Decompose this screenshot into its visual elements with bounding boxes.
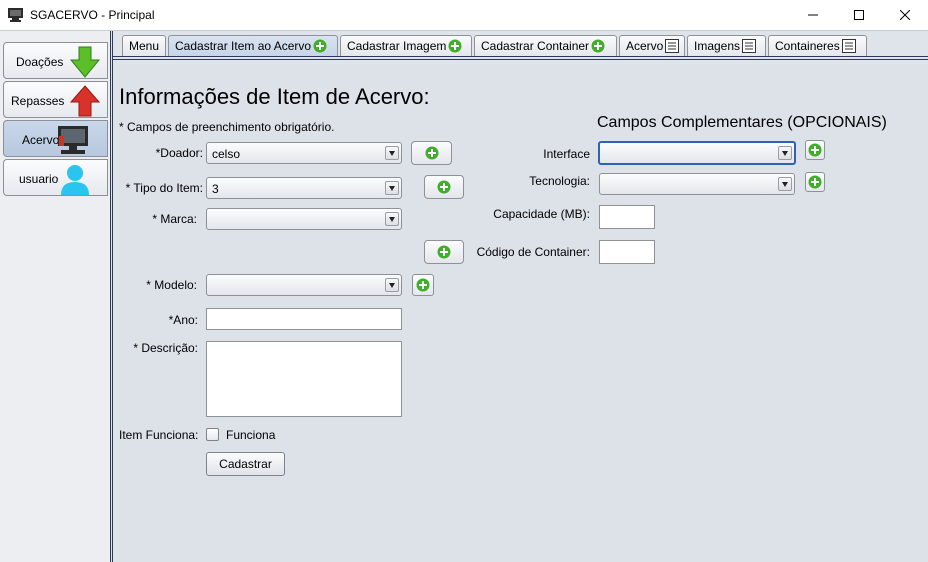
add-icon <box>313 39 327 53</box>
list-icon <box>665 39 680 53</box>
user-icon <box>61 165 89 195</box>
add-icon <box>808 175 822 189</box>
chevron-down-icon <box>778 177 792 191</box>
add-icon <box>437 245 451 259</box>
arrow-up-red-icon <box>69 85 101 117</box>
app-icon <box>8 8 23 22</box>
tab-label: Cadastrar Item ao Acervo <box>175 39 312 53</box>
form-panel: Informações de Item de Acervo: * Campos … <box>113 64 928 562</box>
funciona-label: Item Funciona: <box>119 428 199 442</box>
funciona-checkbox-label[interactable]: Funciona <box>226 428 275 442</box>
descricao-textarea[interactable] <box>206 341 402 417</box>
required-note: * Campos de preenchimento obrigatório. <box>119 120 335 134</box>
add-icon <box>416 278 430 292</box>
sidebar-item-label: Repasses <box>11 94 65 108</box>
modelo-label: * Modelo: <box>146 278 197 292</box>
doador-select[interactable]: celso <box>206 142 402 164</box>
split-divider <box>110 31 111 562</box>
add-icon <box>437 180 451 194</box>
arrow-down-green-icon <box>69 46 101 78</box>
interface-select[interactable] <box>598 141 796 165</box>
add-icon <box>808 143 822 157</box>
tab-imagens[interactable]: Imagens <box>687 35 766 56</box>
computer-icon <box>58 126 88 154</box>
tecnologia-label: Tecnologia: <box>529 174 590 188</box>
tab-label: Menu <box>129 39 160 53</box>
chevron-down-icon <box>778 146 792 160</box>
interface-label: Interface <box>543 147 590 161</box>
tab-label: Containeres <box>775 39 840 53</box>
minimize-button[interactable] <box>790 0 836 30</box>
descricao-label: * Descrição: <box>133 341 198 355</box>
cadastrar-button-label: Cadastrar <box>219 457 272 471</box>
add-tecnologia-button[interactable] <box>805 172 825 192</box>
modelo-select[interactable] <box>206 274 402 296</box>
capacidade-input[interactable] <box>599 205 655 229</box>
tab-acervo[interactable]: Acervo <box>619 35 685 56</box>
sidebar: Doações Repasses Acervo usuario <box>0 31 110 562</box>
tipo-select[interactable]: 3 <box>206 177 402 199</box>
minimize-icon <box>808 14 818 16</box>
marca-label: * Marca: <box>152 212 197 226</box>
capacidade-label: Capacidade (MB): <box>493 207 590 221</box>
add-tipo-button[interactable] <box>424 175 464 199</box>
sidebar-item-usuario[interactable]: usuario <box>3 159 108 196</box>
sidebar-item-acervo[interactable]: Acervo <box>3 120 108 157</box>
title-bar: SGACERVO - Principal <box>0 0 928 30</box>
add-icon <box>591 39 605 53</box>
marca-select[interactable] <box>206 208 402 230</box>
sidebar-item-doacoes[interactable]: Doações <box>3 42 108 79</box>
maximize-icon <box>854 10 864 20</box>
tab-containeres[interactable]: Containeres <box>768 35 867 56</box>
tab-label: Cadastrar Container <box>481 39 590 53</box>
add-modelo-button[interactable] <box>412 274 434 296</box>
chevron-down-icon <box>385 146 399 160</box>
complementary-heading: Campos Complementares (OPCIONAIS) <box>597 114 887 131</box>
add-icon <box>448 39 462 53</box>
tipo-value: 3 <box>212 182 219 196</box>
tab-cadastrar-container[interactable]: Cadastrar Container <box>474 35 617 56</box>
tab-label: Acervo <box>626 39 664 53</box>
sidebar-item-label: Acervo <box>22 133 60 147</box>
sidebar-item-label: Doações <box>16 55 64 69</box>
tecnologia-select[interactable] <box>599 173 795 195</box>
funciona-checkbox[interactable] <box>206 428 219 441</box>
window-body: Doações Repasses Acervo usuario Menu Cad… <box>0 30 928 562</box>
window-title: SGACERVO - Principal <box>30 8 155 22</box>
add-doador-button[interactable] <box>411 141 452 165</box>
list-icon <box>742 39 757 53</box>
ano-input[interactable] <box>206 308 402 330</box>
ano-label: *Ano: <box>168 313 198 327</box>
close-icon <box>900 10 910 20</box>
sidebar-item-repasses[interactable]: Repasses <box>3 81 108 118</box>
doador-value: celso <box>212 147 241 161</box>
list-icon <box>841 39 856 53</box>
tab-cadastrar-imagem[interactable]: Cadastrar Imagem <box>340 35 472 56</box>
tab-divider <box>112 56 928 57</box>
doador-label: *Doador: <box>155 146 203 160</box>
form-heading: Informações de Item de Acervo: <box>119 84 430 109</box>
close-button[interactable] <box>882 0 928 30</box>
tab-cadastrar-item[interactable]: Cadastrar Item ao Acervo <box>168 35 338 56</box>
tab-label: Cadastrar Imagem <box>347 39 447 53</box>
tab-menu[interactable]: Menu <box>122 35 166 56</box>
tab-divider <box>112 59 928 60</box>
sidebar-item-label: usuario <box>19 172 59 186</box>
maximize-button[interactable] <box>836 0 882 30</box>
chevron-down-icon <box>385 181 399 195</box>
chevron-down-icon <box>385 212 399 226</box>
add-icon <box>425 146 438 160</box>
tipo-label: * Tipo do Item: <box>125 181 203 195</box>
chevron-down-icon <box>385 278 399 292</box>
container-label: Código de Container: <box>476 245 590 259</box>
tab-label: Imagens <box>694 39 741 53</box>
add-interface-button[interactable] <box>805 140 825 160</box>
cadastrar-button[interactable]: Cadastrar <box>206 452 285 476</box>
container-input[interactable] <box>599 240 655 264</box>
